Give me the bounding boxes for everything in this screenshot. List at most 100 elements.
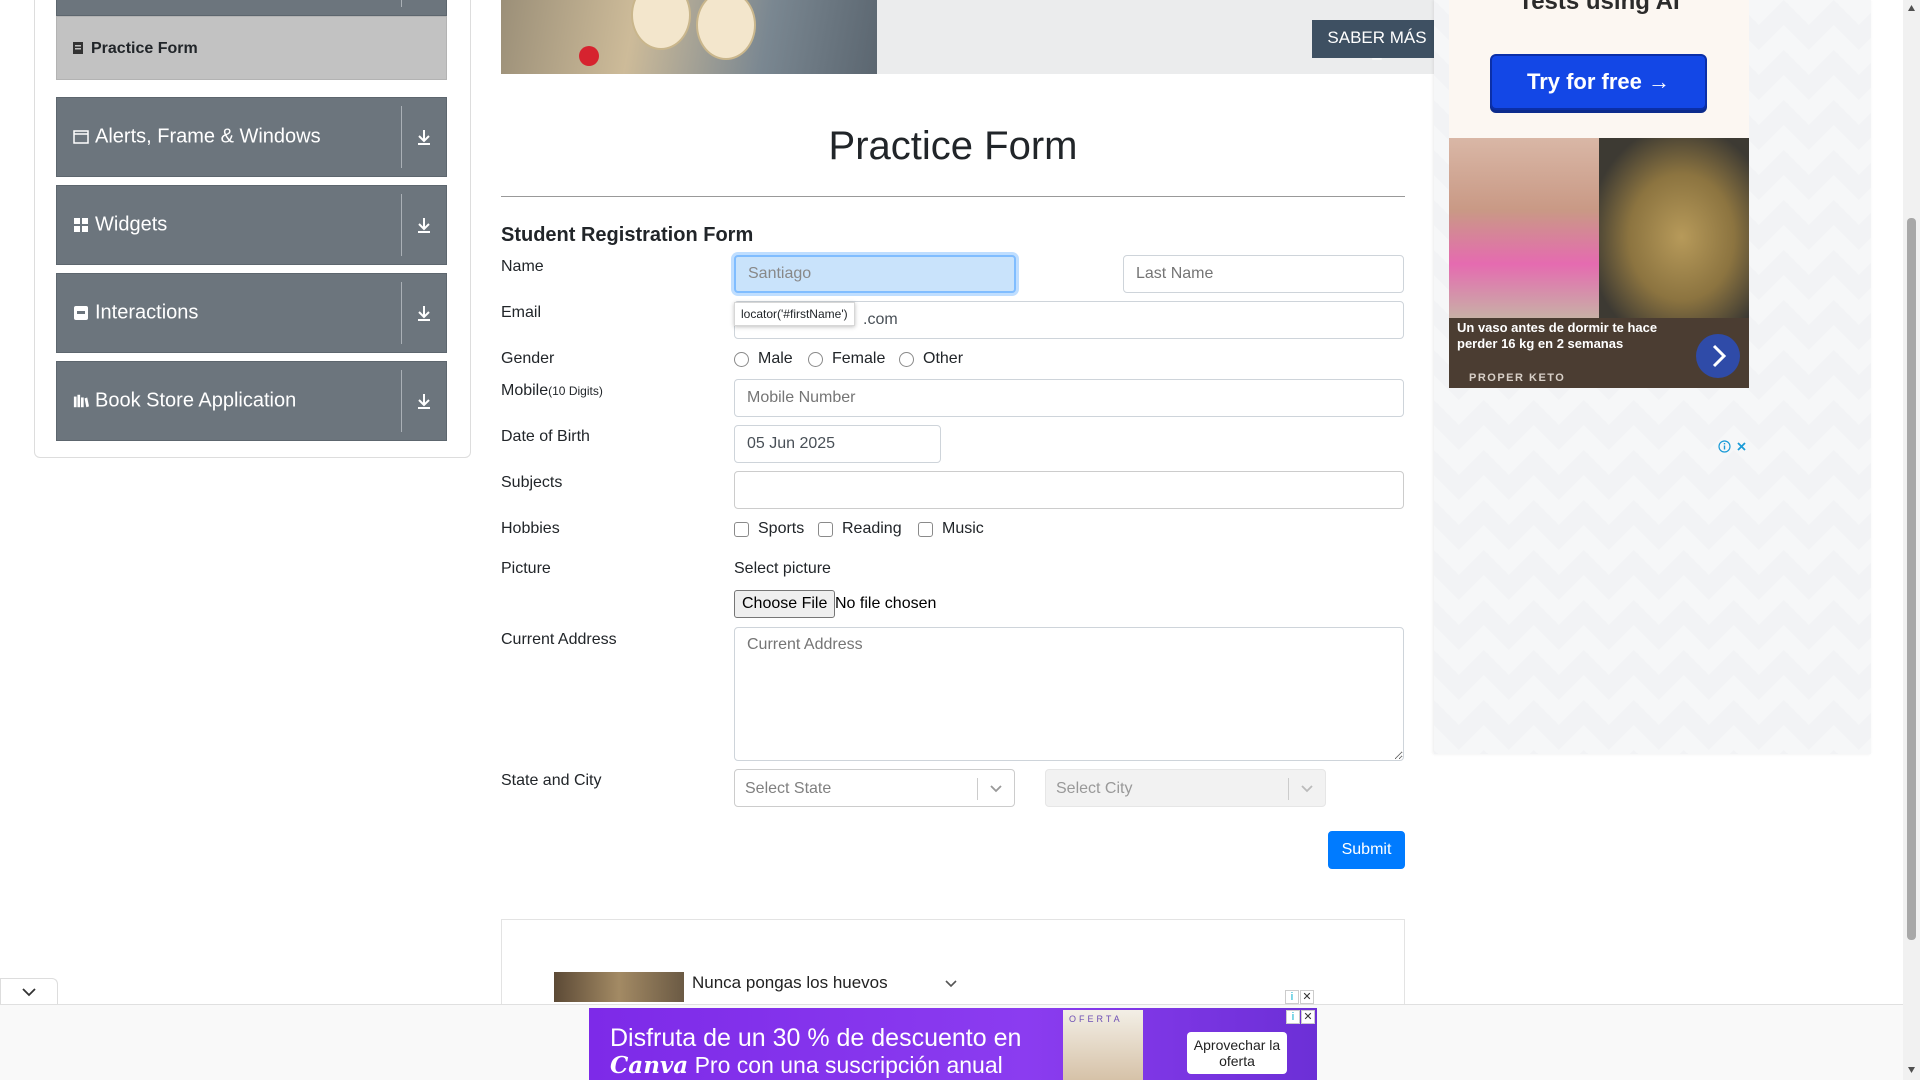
egg-shape [696, 0, 756, 60]
checkbox-box [918, 521, 933, 537]
egg-shape [631, 0, 691, 50]
radio-circle [734, 351, 749, 367]
current-address-textarea[interactable] [734, 627, 1404, 761]
sidebar-group-label: Interactions [95, 301, 199, 324]
chevron-right-icon [1712, 344, 1727, 368]
sidebar-group-forms[interactable] [56, 0, 447, 16]
ad-next-button[interactable] [1696, 334, 1740, 378]
canva-ad-banner[interactable]: Disfruta de un 30 % de descuento en Canv… [589, 1008, 1317, 1080]
info-icon[interactable]: i [1286, 1010, 1300, 1024]
interactions-icon [73, 305, 89, 321]
canva-cta-button[interactable]: Aprovechar la oferta [1187, 1032, 1287, 1074]
try-for-free-button[interactable]: Try for free → [1490, 54, 1707, 110]
ad-collapse-tab[interactable] [0, 978, 58, 1004]
info-icon[interactable]: i [1285, 990, 1299, 1004]
banner-image [501, 0, 877, 74]
download-arrow-icon[interactable] [412, 125, 436, 149]
chevron-down-icon[interactable] [944, 976, 958, 990]
divider [401, 106, 402, 168]
canva-offer-label: OFERTA [1069, 1014, 1123, 1024]
divider [401, 370, 402, 432]
video-thumbnail[interactable] [554, 972, 684, 1002]
canva-ad-line2: Canva Pro con una suscripción anual [610, 1052, 1003, 1079]
banner-learn-more-button[interactable]: SABER MÁS – [1312, 20, 1434, 67]
address-label: Current Address [501, 631, 617, 648]
sidebar-group-label: Widgets [95, 213, 168, 236]
ad-choices[interactable] [1718, 440, 1748, 453]
city-select[interactable]: Select City [1045, 769, 1326, 807]
ad-headline: Tests using AI [1518, 0, 1680, 15]
sidebar-group-label: Alerts, Frame & Windows [95, 125, 321, 148]
download-arrow-icon[interactable] [412, 213, 436, 237]
state-city-label: State and City [501, 772, 602, 789]
mobile-input[interactable] [734, 379, 1404, 417]
radio-label: Other [923, 350, 964, 367]
mobile-hint: (10 Digits) [548, 384, 603, 398]
chevron-down-icon [22, 988, 36, 997]
divider [401, 282, 402, 344]
gender-female-radio[interactable]: Female [808, 350, 885, 368]
scroll-down-icon[interactable] [1907, 1066, 1916, 1074]
state-select[interactable]: Select State [734, 769, 1015, 807]
checkbox-box [734, 521, 749, 537]
bookstore-icon [73, 393, 89, 409]
sidebar-group-interactions[interactable]: Interactions [56, 273, 447, 353]
city-placeholder: Select City [1056, 780, 1133, 797]
download-arrow-icon[interactable] [412, 389, 436, 413]
checkbox-label: Music [942, 520, 984, 537]
info-icon[interactable] [1718, 440, 1731, 453]
divider [401, 194, 402, 256]
first-name-input[interactable] [734, 255, 1016, 293]
page-scrollbar[interactable] [1903, 0, 1920, 1080]
sidebar-group-alerts[interactable]: Alerts, Frame & Windows [56, 97, 447, 177]
right-side-ad[interactable]: Tests using AI Try for free → Un vaso an… [1434, 0, 1871, 754]
select-picture-label: Select picture [734, 560, 831, 577]
close-icon[interactable]: ✕ [1300, 990, 1314, 1004]
divider [1288, 778, 1289, 800]
sidebar-group-widgets[interactable]: Widgets [56, 185, 447, 265]
video-title[interactable]: Nunca pongas los huevos [692, 973, 888, 993]
date-of-birth-input[interactable] [734, 425, 941, 463]
choose-file-button[interactable]: Choose File [734, 590, 836, 618]
hobby-reading-checkbox[interactable]: Reading [818, 520, 902, 538]
radio-circle [899, 351, 914, 367]
locator-tooltip: locator('#firstName') [734, 302, 855, 326]
gender-male-radio[interactable]: Male [734, 350, 793, 368]
hobby-music-checkbox[interactable]: Music [918, 520, 984, 538]
scrollbar-thumb[interactable] [1907, 218, 1916, 940]
sidebar-group-bookstore[interactable]: Book Store Application [56, 361, 447, 441]
canva-brand: Canva [610, 1052, 689, 1079]
subjects-input[interactable] [734, 471, 1404, 509]
canva-ad-line1: Disfruta de un 30 % de descuento en [610, 1024, 1022, 1052]
no-file-text: No file chosen [835, 595, 937, 612]
radio-label: Male [758, 350, 793, 367]
state-placeholder: Select State [745, 780, 832, 797]
top-banner-ad[interactable]: SABER MÁS – [501, 0, 1434, 74]
checkbox-box [818, 521, 833, 537]
scroll-up-icon[interactable] [1907, 4, 1916, 12]
gender-other-radio[interactable]: Other [899, 350, 963, 368]
radio-circle [808, 351, 823, 367]
ad-caption: Un vaso antes de dormir te hace perder 1… [1457, 320, 1658, 351]
form-subtitle: Student Registration Form [501, 224, 754, 246]
submit-button[interactable]: Submit [1328, 831, 1405, 869]
red-dot [579, 46, 599, 66]
checkbox-label: Reading [842, 520, 902, 537]
ad-photo[interactable]: Un vaso antes de dormir te hace perder 1… [1449, 138, 1749, 388]
name-label: Name [501, 258, 544, 275]
mobile-label: Mobile(10 Digits) [501, 382, 603, 400]
picture-label: Picture [501, 560, 551, 577]
radio-label: Female [832, 350, 886, 367]
title-divider [501, 196, 1405, 197]
download-arrow-icon[interactable] [412, 301, 436, 325]
divider [401, 0, 402, 7]
sidebar-item-label: Practice Form [91, 40, 198, 57]
last-name-input[interactable] [1123, 255, 1404, 293]
checkbox-label: Sports [758, 520, 805, 537]
divider [977, 778, 978, 800]
close-icon[interactable] [1735, 440, 1748, 453]
hobby-sports-checkbox[interactable]: Sports [734, 520, 804, 538]
sidebar-item-practice-form[interactable]: Practice Form [56, 16, 447, 80]
ad-brand: PROPER KETO [1469, 372, 1566, 384]
close-icon[interactable]: ✕ [1301, 1010, 1315, 1024]
